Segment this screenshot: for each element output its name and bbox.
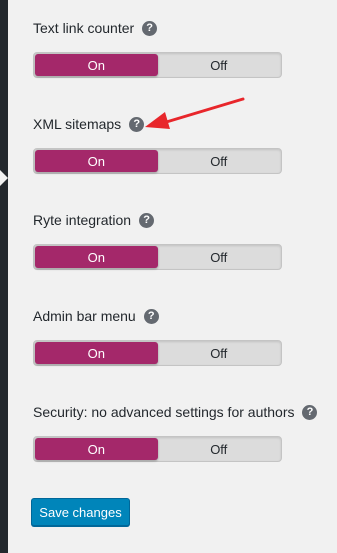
toggle-on-option[interactable]: On <box>35 54 158 76</box>
question-mark-icon[interactable]: ? <box>142 20 158 36</box>
on-off-toggle: On Off <box>33 244 282 270</box>
on-off-toggle: On Off <box>33 148 282 174</box>
setting-label: Text link counter <box>33 20 135 36</box>
toggle-on-option[interactable]: On <box>35 150 158 172</box>
on-off-toggle: On Off <box>33 340 282 366</box>
toggle-off-option[interactable]: Off <box>158 54 281 76</box>
setting-admin-bar-menu: Admin bar menu ? On Off <box>33 306 282 366</box>
annotation-arrow-icon <box>145 97 245 129</box>
save-changes-button[interactable]: Save changes <box>31 498 130 526</box>
setting-label: Admin bar menu <box>33 308 136 324</box>
question-mark-icon[interactable]: ? <box>302 404 318 420</box>
setting-label: Security: no advanced settings for autho… <box>33 404 295 420</box>
question-mark-icon[interactable]: ? <box>139 212 155 228</box>
toggle-off-option[interactable]: Off <box>158 150 281 172</box>
toggle-off-option[interactable]: Off <box>158 342 281 364</box>
setting-label: XML sitemaps <box>33 116 122 132</box>
setting-ryte-integration: Ryte integration ? On Off <box>33 210 282 270</box>
current-menu-indicator <box>0 170 8 186</box>
on-off-toggle: On Off <box>33 436 282 462</box>
setting-text-link-counter: Text link counter ? On Off <box>33 18 282 78</box>
question-mark-icon[interactable]: ? <box>143 308 159 324</box>
question-mark-icon[interactable]: ? <box>129 116 145 132</box>
toggle-on-option[interactable]: On <box>35 246 158 268</box>
toggle-on-option[interactable]: On <box>35 438 158 460</box>
toggle-off-option[interactable]: Off <box>158 246 281 268</box>
setting-security-authors: Security: no advanced settings for autho… <box>33 402 318 462</box>
toggle-on-option[interactable]: On <box>35 342 158 364</box>
toggle-off-option[interactable]: Off <box>158 438 281 460</box>
admin-sidebar-edge <box>0 0 8 553</box>
on-off-toggle: On Off <box>33 52 282 78</box>
setting-label: Ryte integration <box>33 212 132 228</box>
